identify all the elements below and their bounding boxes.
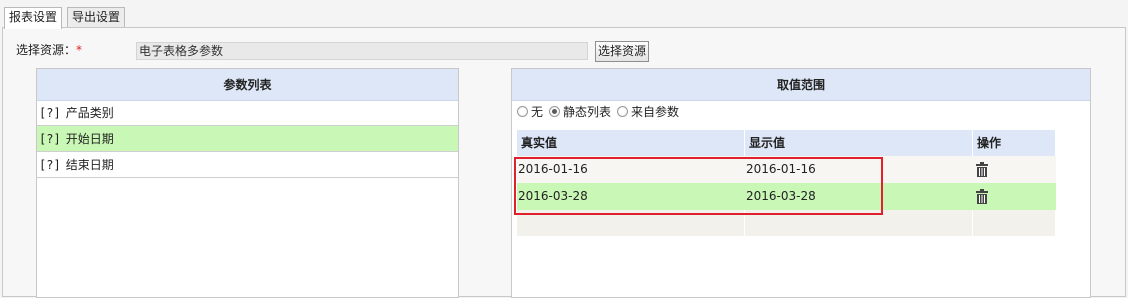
resource-label-text: 选择资源： — [16, 43, 77, 57]
cell-empty[interactable] — [745, 210, 973, 236]
question-icon: [?] — [39, 157, 61, 172]
tab-report-settings[interactable]: 报表设置 — [4, 7, 63, 29]
radio-option-from-param[interactable]: 来自参数 — [617, 103, 679, 120]
cell-display-value[interactable]: 2016-01-16 — [745, 156, 973, 183]
question-icon: [?] — [39, 105, 61, 120]
radio-button[interactable] — [517, 105, 528, 117]
tab-bar: 报表设置 导出设置 — [0, 0, 1128, 29]
radio-option-none[interactable]: 无 — [517, 103, 543, 120]
cell-display-value[interactable]: 2016-03-28 — [745, 183, 973, 210]
cell-actions — [973, 156, 1056, 183]
table-row[interactable]: 2016-01-16 2016-01-16 — [517, 156, 1056, 183]
column-header-display-value: 显示值 — [745, 130, 973, 156]
value-range-title: 取值范围 — [512, 69, 1090, 101]
param-item-label: 开始日期 — [65, 132, 114, 146]
question-icon: [?] — [39, 131, 61, 146]
trash-icon[interactable] — [975, 189, 989, 204]
column-header-real-value: 真实值 — [517, 130, 745, 156]
cell-real-value[interactable]: 2016-01-16 — [517, 156, 745, 183]
column-header-actions: 操作 — [973, 130, 1056, 156]
radio-label: 无 — [531, 104, 544, 119]
param-item-label: 产品类别 — [65, 106, 114, 120]
cell-empty[interactable] — [517, 210, 745, 236]
table-header: 真实值 显示值 操作 — [517, 130, 1056, 156]
param-item-end-date[interactable]: [?] 结束日期 — [37, 152, 458, 178]
param-item-product-category[interactable]: [?] 产品类别 — [37, 100, 458, 126]
value-table: 真实值 显示值 操作 2016-01-16 2016-01-16 2016-03… — [517, 130, 1056, 236]
cell-empty — [973, 210, 1056, 236]
trash-icon[interactable] — [975, 162, 989, 177]
param-list: [?] 产品类别 [?] 开始日期 [?] 结束日期 — [37, 100, 458, 178]
tab-export-settings[interactable]: 导出设置 — [67, 7, 126, 28]
value-range-panel: 取值范围 无 静态列表 来自参数 真实值 显示值 操作 2016-01-16 2… — [511, 68, 1091, 298]
table-row-empty[interactable] — [517, 210, 1056, 236]
table-row[interactable]: 2016-03-28 2016-03-28 — [517, 183, 1056, 210]
radio-label: 静态列表 — [563, 104, 612, 119]
radio-button[interactable] — [617, 105, 629, 117]
value-source-radio-group: 无 静态列表 来自参数 — [517, 102, 685, 120]
resource-label: 选择资源：* — [16, 42, 82, 58]
cell-real-value[interactable]: 2016-03-28 — [517, 183, 745, 210]
select-resource-button[interactable]: 选择资源 — [595, 41, 649, 62]
resource-input[interactable]: 电子表格多参数 — [136, 42, 588, 60]
cell-actions — [973, 183, 1056, 210]
param-item-start-date[interactable]: [?] 开始日期 — [37, 126, 458, 152]
param-item-label: 结束日期 — [65, 158, 114, 172]
radio-label: 来自参数 — [631, 104, 680, 119]
param-list-title: 参数列表 — [37, 69, 458, 101]
required-mark: * — [76, 43, 83, 57]
radio-option-static-list[interactable]: 静态列表 — [549, 103, 611, 120]
radio-button-checked[interactable] — [549, 105, 561, 117]
param-list-panel: 参数列表 [?] 产品类别 [?] 开始日期 [?] 结束日期 — [36, 68, 459, 298]
